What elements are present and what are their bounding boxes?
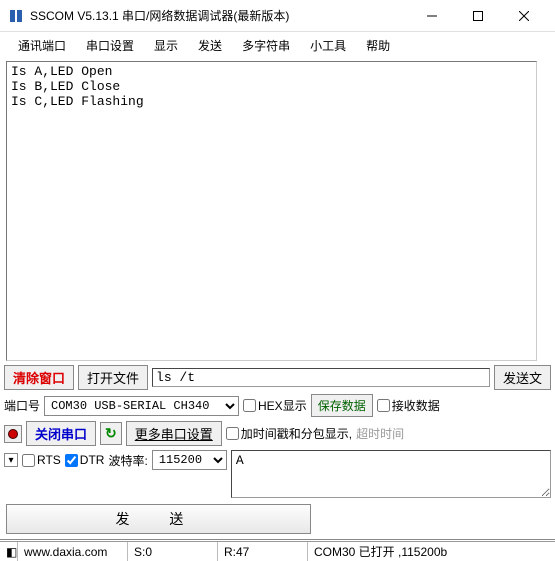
save-data-button[interactable]: 保存数据 bbox=[311, 394, 373, 417]
port-row: 端口号 COM30 USB-SERIAL CH340 HEX显示 保存数据 接收… bbox=[0, 392, 555, 419]
status-recv: R:47 bbox=[218, 542, 308, 561]
window-controls bbox=[409, 0, 547, 32]
port-select[interactable]: COM30 USB-SERIAL CH340 bbox=[44, 396, 239, 416]
maximize-button[interactable] bbox=[455, 0, 501, 32]
close-serial-button[interactable]: 关闭串口 bbox=[26, 421, 96, 446]
timestamp-checkbox[interactable]: 加时间戳和分包显示, bbox=[226, 425, 352, 442]
send-button[interactable]: 发 送 bbox=[6, 504, 311, 534]
clear-window-button[interactable]: 清除窗口 bbox=[4, 365, 74, 390]
close-button[interactable] bbox=[501, 0, 547, 32]
hex-display-checkbox[interactable]: HEX显示 bbox=[243, 397, 307, 414]
recv-data-checkbox[interactable]: 接收数据 bbox=[377, 397, 440, 414]
options-row: ▾ RTS DTR 波特率: 115200 bbox=[0, 448, 555, 500]
send-file-button[interactable]: 发送文 bbox=[494, 365, 551, 390]
refresh-button[interactable]: ↻ bbox=[100, 422, 122, 445]
timestamp-check[interactable] bbox=[226, 427, 239, 440]
baud-label: 波特率: bbox=[108, 452, 147, 469]
file-path-input[interactable] bbox=[152, 368, 490, 387]
divider bbox=[0, 539, 555, 540]
status-sent: S:0 bbox=[128, 542, 218, 561]
send-input[interactable] bbox=[231, 450, 551, 498]
more-settings-button[interactable]: 更多串口设置 bbox=[126, 421, 222, 446]
statusbar: ◧ www.daxia.com S:0 R:47 COM30 已打开 ,1152… bbox=[0, 541, 555, 561]
menu-tools[interactable]: 小工具 bbox=[300, 34, 356, 57]
rts-check[interactable] bbox=[22, 454, 35, 467]
expand-icon[interactable]: ▾ bbox=[4, 453, 18, 467]
baud-select[interactable]: 115200 bbox=[152, 450, 227, 470]
app-icon bbox=[8, 8, 24, 24]
record-button[interactable] bbox=[4, 425, 22, 443]
menu-help[interactable]: 帮助 bbox=[356, 34, 400, 57]
send-row: 发 送 bbox=[0, 500, 555, 538]
refresh-icon: ↻ bbox=[105, 425, 117, 441]
output-console[interactable]: Is A,LED Open Is B,LED Close Is C,LED Fl… bbox=[6, 61, 537, 361]
record-icon bbox=[8, 429, 18, 439]
dtr-checkbox[interactable]: DTR bbox=[65, 453, 105, 467]
port-label: 端口号 bbox=[4, 397, 40, 414]
window-title: SSCOM V5.13.1 串口/网络数据调试器(最新版本) bbox=[30, 7, 409, 24]
status-connection: COM30 已打开 ,115200b bbox=[308, 542, 555, 561]
dtr-check[interactable] bbox=[65, 454, 78, 467]
open-file-button[interactable]: 打开文件 bbox=[78, 365, 148, 390]
status-url[interactable]: www.daxia.com bbox=[18, 542, 128, 561]
titlebar: SSCOM V5.13.1 串口/网络数据调试器(最新版本) bbox=[0, 0, 555, 32]
menubar: 通讯端口 串口设置 显示 发送 多字符串 小工具 帮助 bbox=[0, 32, 555, 59]
hex-display-check[interactable] bbox=[243, 399, 256, 412]
serial-row: 关闭串口 ↻ 更多串口设置 加时间戳和分包显示, 超时时间 bbox=[0, 419, 555, 448]
menu-port[interactable]: 通讯端口 bbox=[8, 34, 76, 57]
file-toolbar: 清除窗口 打开文件 发送文 bbox=[0, 363, 555, 392]
menu-multistring[interactable]: 多字符串 bbox=[232, 34, 300, 57]
timeout-label: 超时时间 bbox=[356, 425, 404, 442]
status-indicator: ◧ bbox=[0, 542, 18, 561]
menu-display[interactable]: 显示 bbox=[144, 34, 188, 57]
rts-checkbox[interactable]: RTS bbox=[22, 453, 61, 467]
recv-data-check[interactable] bbox=[377, 399, 390, 412]
menu-send[interactable]: 发送 bbox=[188, 34, 232, 57]
menu-serial-settings[interactable]: 串口设置 bbox=[76, 34, 144, 57]
minimize-button[interactable] bbox=[409, 0, 455, 32]
